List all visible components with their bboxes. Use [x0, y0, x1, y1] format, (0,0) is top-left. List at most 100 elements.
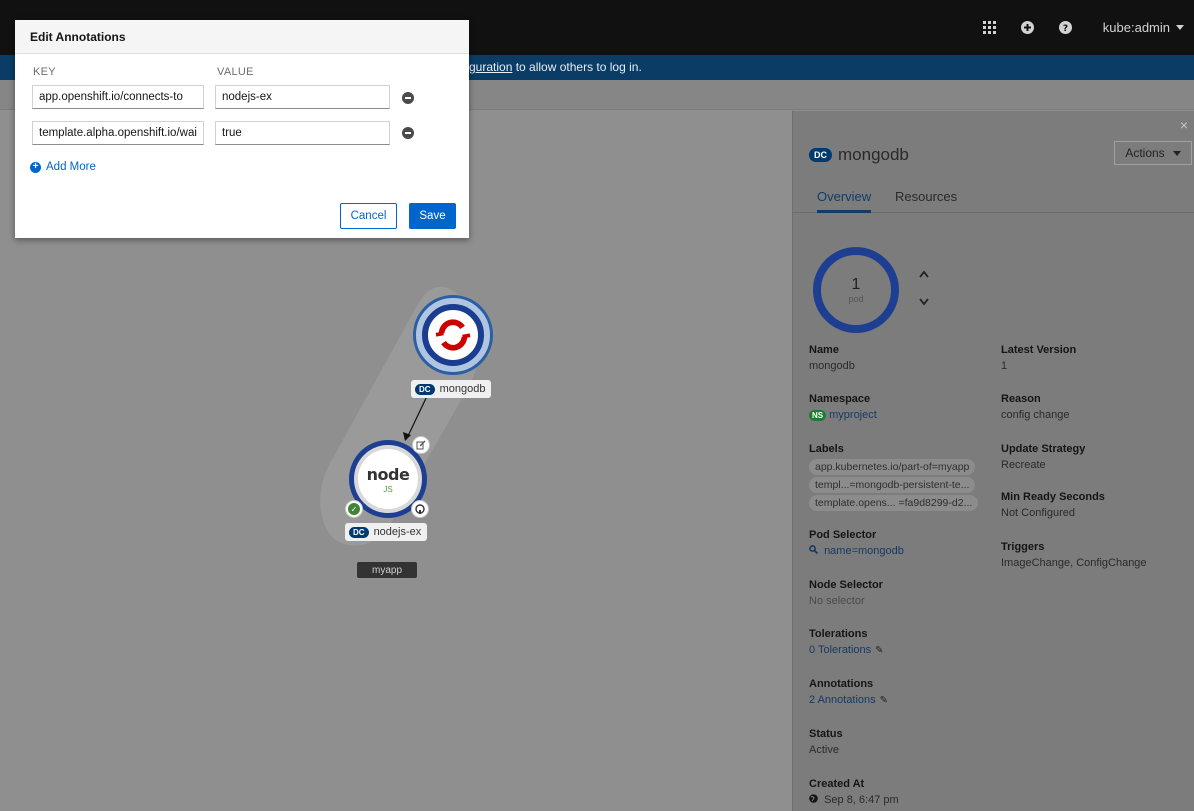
grid-icon[interactable]: [971, 8, 1009, 48]
github-icon[interactable]: [411, 500, 429, 518]
plus-circle-icon: +: [30, 161, 41, 173]
scale-down-icon[interactable]: [919, 295, 929, 309]
globe-icon: [809, 794, 821, 806]
actions-dropdown[interactable]: Actions: [1114, 141, 1192, 165]
field-value: 1: [1001, 360, 1008, 372]
label-chip[interactable]: templ...=mongodb-persistent-te...: [809, 477, 976, 493]
application-group-label[interactable]: myapp: [357, 562, 417, 578]
field-triggers: Triggers ImageChange, ConfigChange: [1001, 541, 1147, 569]
banner-link[interactable]: guration: [469, 60, 512, 74]
field-label: Tolerations: [809, 628, 868, 640]
field-label: Name: [809, 344, 839, 356]
node-name: nodejs-ex: [373, 526, 422, 538]
panel-tabs: Overview Resources: [793, 181, 1194, 213]
mongodb-node-inner: [422, 304, 484, 366]
field-labels: Labels app.kubernetes.io/part-of=myapp t…: [809, 443, 979, 513]
openshift-icon: [435, 319, 471, 351]
field-label: Update Strategy: [1001, 443, 1086, 455]
mongodb-node[interactable]: [413, 295, 493, 375]
dc-badge: DC: [809, 148, 832, 162]
field-value: Recreate: [1001, 459, 1046, 471]
resource-name: mongodb: [838, 145, 909, 164]
field-label: Triggers: [1001, 541, 1045, 553]
field-value: config change: [1001, 409, 1070, 421]
search-icon: [809, 545, 821, 557]
pod-unit: pod: [848, 294, 864, 304]
dc-badge: DC: [349, 526, 369, 538]
field-label: Reason: [1001, 393, 1041, 405]
annotation-value-input[interactable]: [215, 121, 390, 145]
pod-count: 1: [851, 276, 861, 293]
remove-row-icon[interactable]: [402, 92, 414, 104]
value-column-header: VALUE: [217, 66, 254, 78]
field-reason: Reason config change: [1001, 393, 1070, 421]
label-chip[interactable]: app.kubernetes.io/part-of=myapp: [809, 459, 976, 475]
field-value: ImageChange, ConfigChange: [1001, 557, 1147, 569]
annotation-value-input[interactable]: [215, 85, 390, 109]
cancel-button[interactable]: Cancel: [340, 203, 397, 229]
annotation-key-input[interactable]: [32, 121, 204, 145]
field-created-at: Created At Sep 8, 6:47 pm: [809, 778, 899, 806]
node-name: mongodb: [439, 383, 486, 395]
close-icon[interactable]: ×: [1180, 117, 1188, 133]
field-label: Created At: [809, 778, 865, 790]
nodejs-node-label[interactable]: DC nodejs-ex: [345, 523, 428, 541]
actions-label: Actions: [1125, 146, 1165, 160]
remove-row-icon[interactable]: [402, 127, 414, 139]
save-button[interactable]: Save: [409, 203, 456, 229]
edit-source-icon[interactable]: [412, 436, 430, 454]
modal-title: Edit Annotations: [15, 20, 469, 54]
nodejs-logo-sub: JS: [383, 484, 393, 494]
tab-overview[interactable]: Overview: [817, 189, 872, 213]
field-value: Not Configured: [1001, 507, 1075, 519]
panel-title: DC mongodb: [809, 145, 909, 165]
label-chip[interactable]: template.opens... =fa9d8299-d2...: [809, 495, 979, 511]
annotation-key-input[interactable]: [32, 85, 204, 109]
pencil-icon[interactable]: ✎: [880, 695, 888, 706]
pencil-icon[interactable]: ✎: [875, 645, 883, 656]
username: kube:admin: [1102, 20, 1170, 35]
caret-down-icon: [1176, 25, 1184, 30]
scale-up-icon[interactable]: [919, 267, 929, 281]
field-value: Active: [809, 744, 839, 756]
field-annotations: Annotations 2 Annotations ✎: [809, 678, 888, 706]
pod-selector-link[interactable]: name=mongodb: [824, 545, 904, 557]
field-node-selector: Node Selector No selector: [809, 579, 883, 607]
field-value: No selector: [809, 595, 865, 607]
plus-circle-icon[interactable]: [1009, 8, 1047, 48]
field-value: mongodb: [809, 360, 855, 372]
dc-badge: DC: [415, 383, 435, 395]
key-column-header: KEY: [33, 66, 56, 78]
edit-annotations-modal: Edit Annotations KEY VALUE + Add More Ca…: [15, 20, 469, 238]
build-status-decorator[interactable]: ✓: [345, 500, 363, 518]
namespace-link[interactable]: myproject: [829, 409, 877, 421]
field-min-ready-seconds: Min Ready Seconds Not Configured: [1001, 491, 1105, 519]
ns-badge: NS: [809, 410, 827, 421]
field-latest-version: Latest Version 1: [1001, 344, 1076, 372]
field-pod-selector: Pod Selector name=mongodb: [809, 529, 904, 557]
nodejs-logo: node: [366, 464, 410, 484]
caret-down-icon: [1172, 150, 1181, 156]
tab-resources[interactable]: Resources: [895, 189, 957, 204]
add-more-button[interactable]: + Add More: [30, 161, 96, 173]
add-more-label: Add More: [46, 161, 96, 173]
mongodb-node-label[interactable]: DC mongodb: [411, 380, 492, 398]
field-label: Pod Selector: [809, 529, 877, 541]
annotations-link[interactable]: 2 Annotations: [809, 694, 876, 706]
field-label: Labels: [809, 443, 844, 455]
field-label: Node Selector: [809, 579, 883, 591]
field-value: Sep 8, 6:47 pm: [824, 794, 899, 806]
banner-rest: to allow others to log in.: [512, 60, 642, 74]
pod-ring: 1 pod: [813, 247, 899, 333]
field-label: Status: [809, 728, 843, 740]
tolerations-link[interactable]: 0 Tolerations: [809, 644, 871, 656]
field-status: Status Active: [809, 728, 843, 756]
masthead-toolbar: ? kube:admin: [971, 0, 1194, 55]
help-icon[interactable]: ?: [1047, 8, 1085, 48]
field-label: Latest Version: [1001, 344, 1077, 356]
user-menu[interactable]: kube:admin: [1085, 20, 1194, 35]
field-label: Min Ready Seconds: [1001, 491, 1105, 503]
field-label: Annotations: [809, 678, 874, 690]
field-update-strategy: Update Strategy Recreate: [1001, 443, 1085, 471]
check-icon: ✓: [348, 503, 360, 515]
